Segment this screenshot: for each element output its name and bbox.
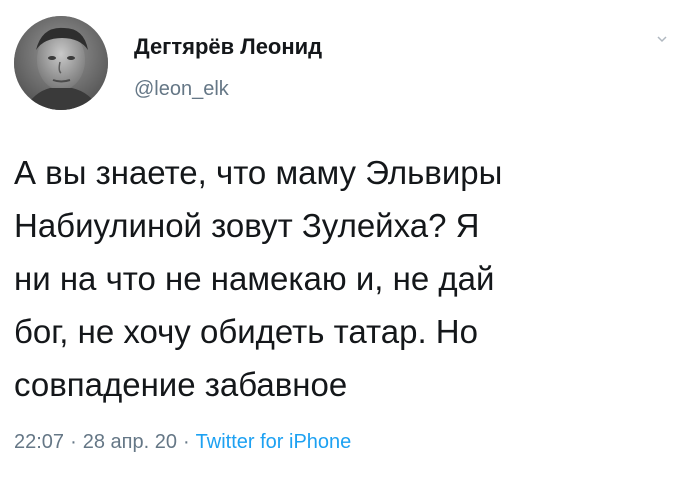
- tweet-text-line: бог, не хочу обидеть татар. Но: [14, 313, 478, 350]
- tweet-source-link[interactable]: Twitter for iPhone: [196, 431, 352, 453]
- tweet-date[interactable]: 28 апр. 20: [83, 431, 177, 453]
- author-handle[interactable]: @leon_elk: [134, 78, 229, 101]
- tweet-text-line: А вы знаете, что маму Эльвиры: [14, 154, 503, 191]
- tweet-text-line: Набиулиной зовут Зулейха? Я: [14, 207, 480, 244]
- tweet-card: Дегтярёв Леонид @leon_elk А вы знаете, ч…: [0, 0, 677, 486]
- meta-separator: ·: [182, 431, 190, 453]
- meta-separator: ·: [70, 431, 77, 453]
- tweet-text: А вы знаете, что маму Эльвиры Набиулиной…: [14, 146, 669, 411]
- tweet-text-line: совпадение забавное: [14, 366, 348, 403]
- author-display-name[interactable]: Дегтярёв Леонид: [134, 34, 322, 60]
- tweet-text-line: ни на что не намекаю и, не дай: [14, 260, 495, 297]
- tweet-meta: 22:07 · 28 апр. 20 · Twitter for iPhone: [14, 431, 351, 454]
- avatar[interactable]: [14, 16, 108, 110]
- avatar-photo: [14, 16, 108, 110]
- tweet-time[interactable]: 22:07: [14, 431, 64, 453]
- chevron-down-icon[interactable]: [657, 34, 667, 44]
